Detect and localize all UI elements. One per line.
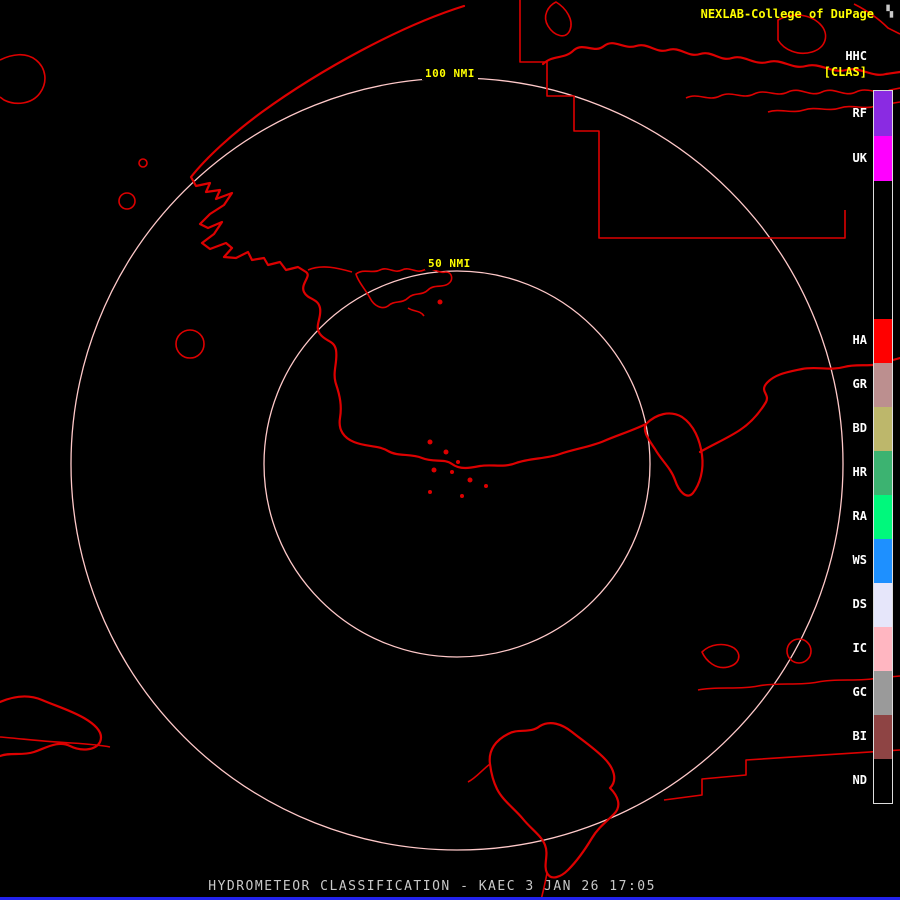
legend-label-ra: RA	[852, 509, 867, 523]
product-mode-label: [CLAS]	[823, 65, 867, 79]
range-ring-50	[263, 270, 651, 658]
legend-label-bd: BD	[852, 421, 867, 435]
legend-swatch-uk	[874, 136, 892, 181]
legend-swatch-ws	[874, 539, 892, 583]
legend-label-ws: WS	[852, 553, 867, 567]
legend-label-ha: HA	[852, 333, 867, 347]
range-ring-100	[70, 77, 844, 851]
legend-swatch-hr	[874, 451, 892, 495]
legend-swatch-ic	[874, 627, 892, 671]
legend-label-gr: GR	[852, 377, 867, 391]
legend-label-gc: GC	[852, 685, 867, 699]
range-ring-label-50: 50 NMI	[425, 257, 474, 270]
legend-swatch-ha	[874, 319, 892, 363]
map-outlines	[0, 0, 900, 900]
product-title: HYDROMETEOR CLASSIFICATION - KAEC 3 JAN …	[208, 879, 656, 894]
legend-label-ic: IC	[852, 641, 867, 655]
range-ring-label-100: 100 NMI	[422, 67, 478, 80]
legend-label-uk: UK	[852, 150, 867, 165]
radar-display: NEXLAB-College of DuPage ▚ HHC [CLAS] 10…	[0, 0, 900, 900]
legend-colorbar	[873, 90, 893, 804]
legend-label-bi: BI	[852, 729, 867, 743]
legend-label-nd: ND	[852, 773, 867, 787]
legend-label-rf: RF	[852, 105, 867, 120]
brand-title: NEXLAB-College of DuPage	[700, 7, 874, 21]
legend-swatch-rf	[874, 91, 892, 136]
cod-logo-icon: ▚	[886, 5, 893, 18]
legend-swatch-gr	[874, 363, 892, 407]
legend-swatch-ra	[874, 495, 892, 539]
legend-swatch-ds	[874, 583, 892, 627]
legend-swatch-bi	[874, 715, 892, 759]
legend-swatch-gc	[874, 671, 892, 715]
product-code-label: HHC	[845, 49, 867, 63]
legend-swatch-nd	[874, 759, 892, 803]
legend-label-ds: DS	[852, 597, 867, 611]
legend-label-hr: HR	[852, 465, 867, 479]
radar-map	[0, 0, 900, 900]
legend-swatch-bd	[874, 407, 892, 451]
